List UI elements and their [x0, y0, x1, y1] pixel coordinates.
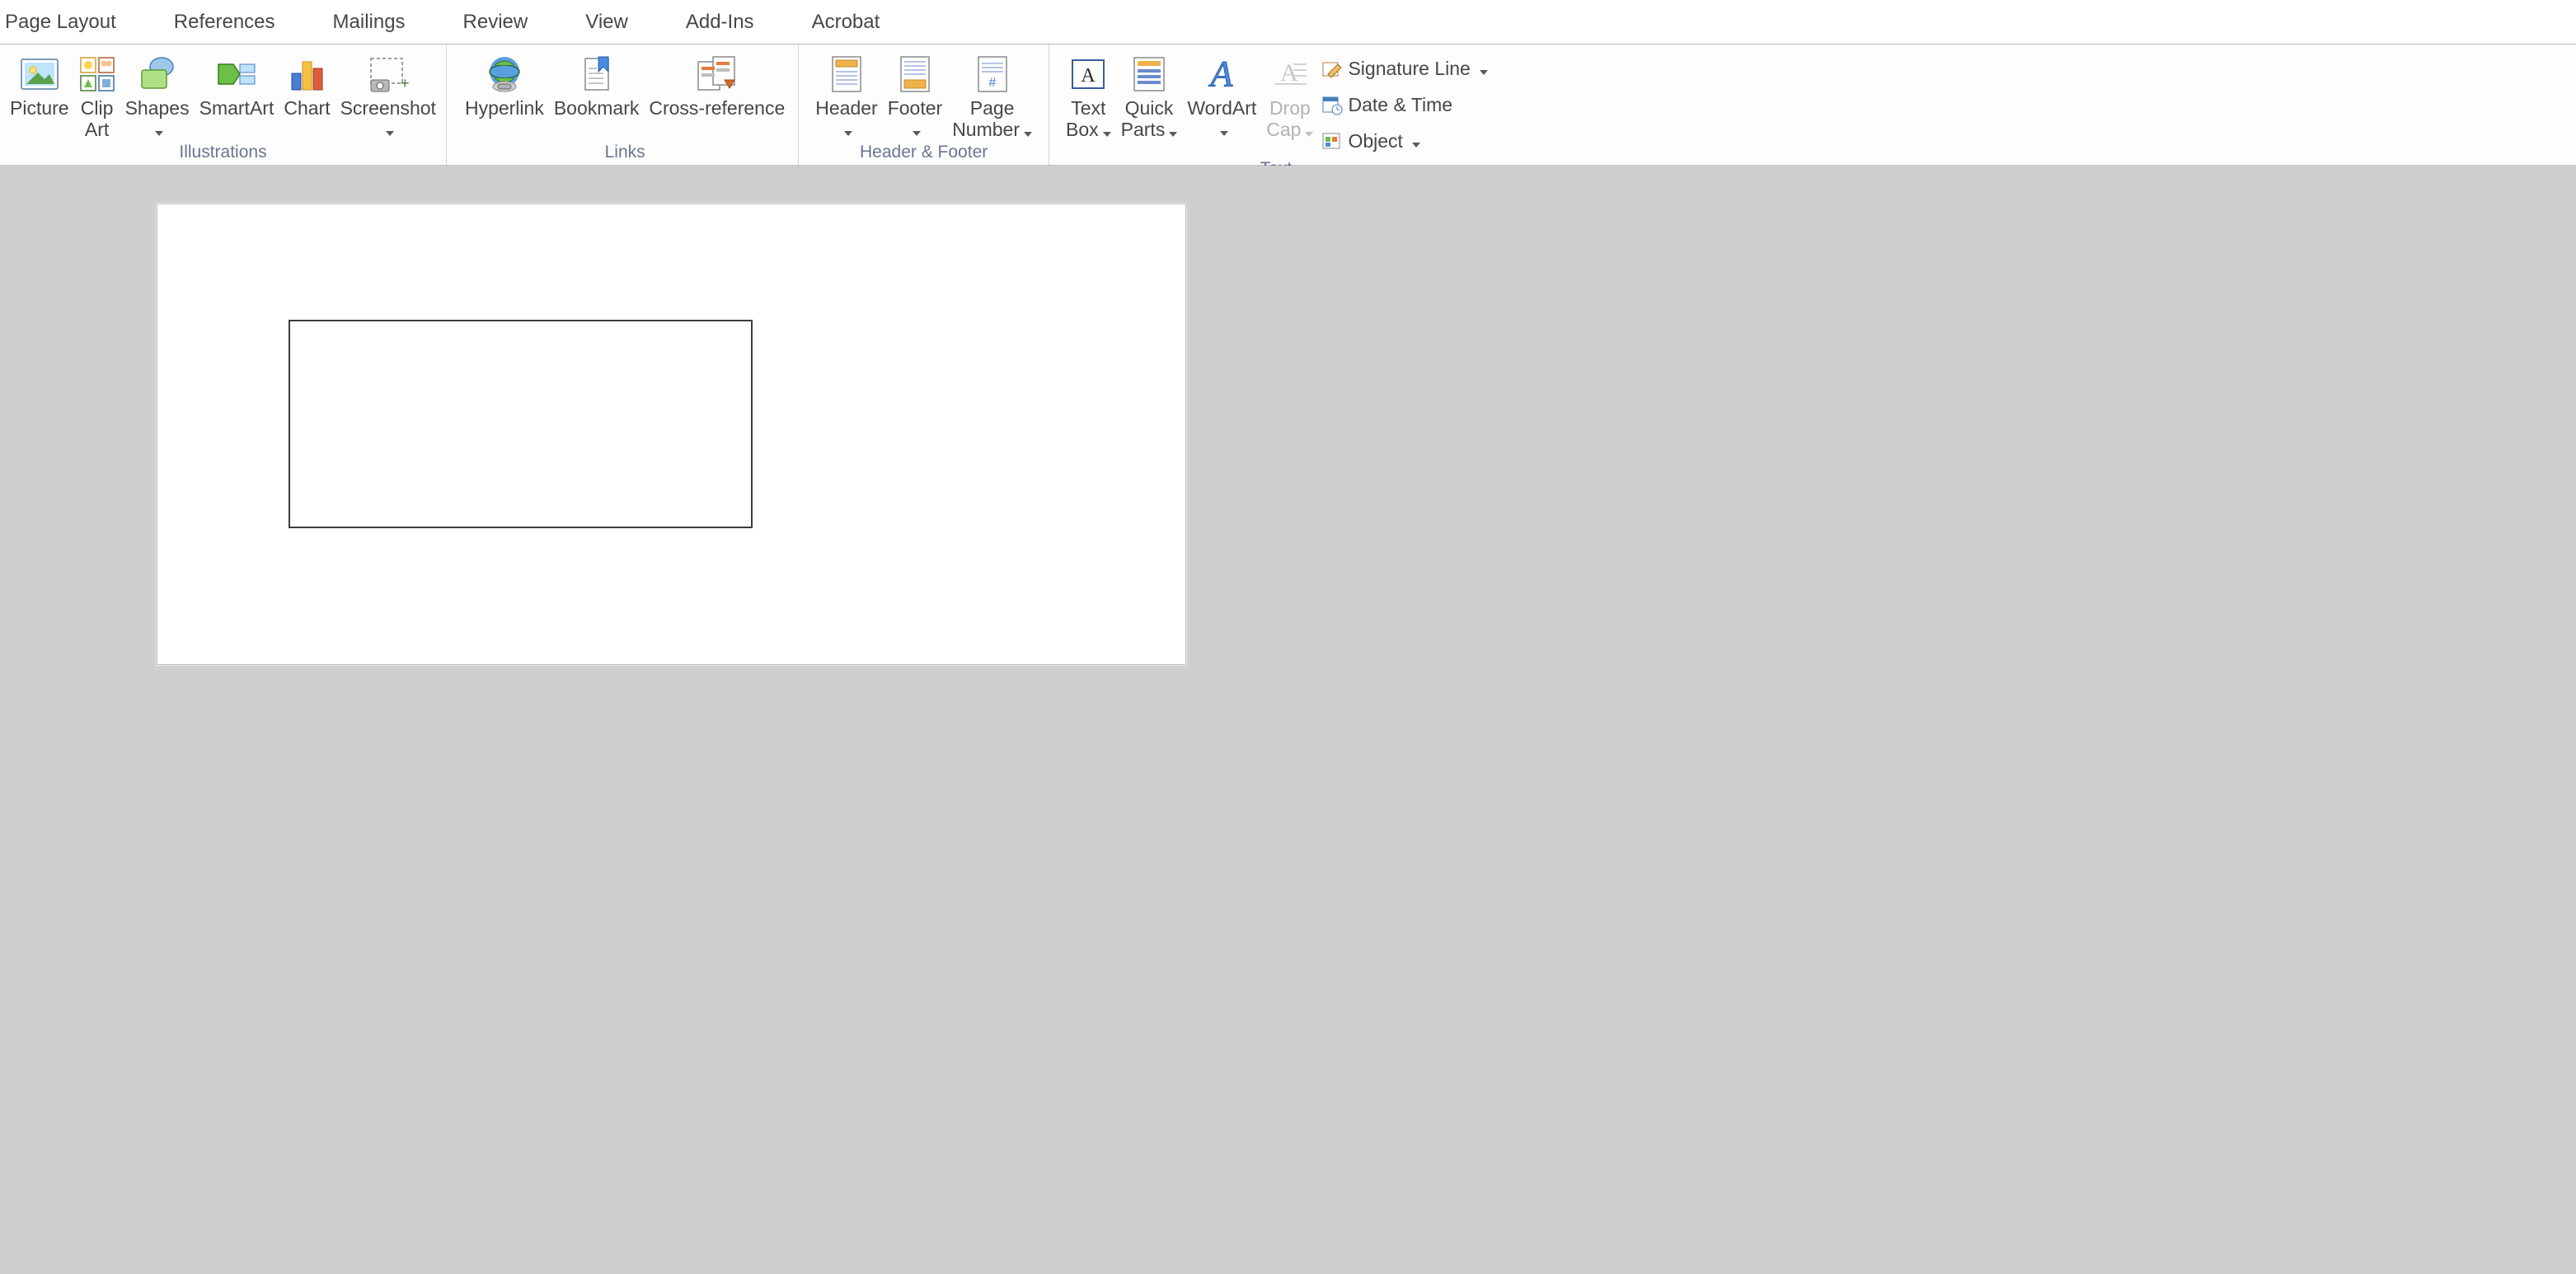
signature-line-button[interactable]: Signature Line	[1321, 53, 1487, 84]
screenshot-icon: +	[366, 55, 411, 93]
picture-icon	[20, 56, 59, 92]
bookmark-label: Bookmark	[554, 98, 640, 119]
dropdown-caret-icon	[1305, 120, 1313, 142]
shapes-label: Shapes	[125, 97, 190, 119]
textbox-label-l1: Text	[1071, 98, 1105, 119]
date-time-button[interactable]: Date & Time	[1321, 89, 1487, 120]
header-label: Header	[815, 98, 877, 119]
screenshot-label: Screenshot	[340, 98, 436, 119]
tab-review[interactable]: Review	[458, 0, 533, 44]
group-header-footer: Header Footer # PageNumber Header & Foot…	[799, 44, 1049, 165]
svg-text:#: #	[988, 76, 996, 90]
textbox-label-l2: Box	[1066, 119, 1099, 140]
pagenumber-button[interactable]: # PageNumber	[947, 50, 1037, 143]
smartart-label: SmartArt	[199, 98, 274, 119]
object-button[interactable]: Object	[1321, 125, 1487, 157]
wordart-label: WordArt	[1187, 98, 1256, 119]
picture-button[interactable]: Picture	[5, 50, 74, 143]
dropdown-caret-icon	[913, 119, 921, 141]
bookmark-button[interactable]: Bookmark	[549, 50, 645, 143]
hyperlink-button[interactable]: Hyperlink	[460, 50, 549, 143]
group-label-hf: Header & Footer	[810, 143, 1037, 166]
quickparts-button[interactable]: QuickParts	[1116, 50, 1183, 159]
date-time-label: Date & Time	[1348, 94, 1452, 116]
dropcap-button[interactable]: A DropCap	[1261, 50, 1318, 159]
object-icon	[1321, 130, 1343, 152]
quickparts-label-l2: Parts	[1121, 119, 1166, 140]
pagenumber-label-l1: Page	[970, 98, 1015, 119]
tab-references[interactable]: References	[169, 0, 280, 44]
group-illustrations: Picture ClipArt Shapes SmartArt	[0, 44, 447, 165]
clipart-label-l1: Clip	[81, 98, 114, 119]
hyperlink-label: Hyperlink	[465, 98, 544, 119]
svg-text:+: +	[401, 75, 410, 91]
wordart-button[interactable]: A WordArt	[1182, 50, 1261, 159]
crossref-button[interactable]: Cross-reference	[644, 50, 790, 143]
chart-button[interactable]: Chart	[279, 50, 335, 143]
wordart-icon: A	[1203, 54, 1241, 94]
crossref-icon	[695, 54, 739, 95]
crossref-label: Cross-reference	[649, 98, 785, 119]
tab-acrobat[interactable]: Acrobat	[807, 0, 885, 44]
dropdown-caret-icon	[844, 119, 852, 141]
svg-text:A: A	[1280, 59, 1298, 87]
tab-view[interactable]: View	[580, 0, 633, 44]
object-label: Object	[1348, 130, 1402, 152]
smartart-button[interactable]: SmartArt	[195, 50, 279, 143]
drawn-rectangle-shape[interactable]	[289, 320, 753, 528]
clipart-icon	[79, 56, 115, 92]
chart-label: Chart	[284, 98, 330, 119]
footer-label: Footer	[888, 98, 942, 119]
tab-addins[interactable]: Add-Ins	[681, 0, 759, 44]
dropdown-caret-icon	[1480, 58, 1488, 80]
ribbon: Picture ClipArt Shapes SmartArt	[0, 44, 2576, 166]
pagenumber-label-l2: Number	[952, 119, 1020, 140]
quickparts-label-l1: Quick	[1125, 98, 1174, 119]
document-workspace	[0, 166, 2576, 1274]
date-time-icon	[1321, 94, 1343, 115]
ribbon-tabs: Page Layout References Mailings Review V…	[0, 0, 2576, 44]
shapes-icon	[137, 55, 178, 93]
footer-button[interactable]: Footer	[883, 50, 947, 143]
smartart-icon	[215, 56, 258, 92]
header-icon	[829, 54, 864, 95]
dropdown-caret-icon	[155, 119, 163, 141]
hyperlink-icon	[483, 54, 526, 95]
group-text: A TextBox QuickParts A WordArt A	[1049, 44, 1496, 165]
tab-mailings[interactable]: Mailings	[328, 0, 411, 44]
group-label-illustrations: Illustrations	[5, 143, 441, 166]
svg-text:A: A	[1082, 65, 1096, 87]
bookmark-icon	[579, 54, 615, 95]
dropdown-caret-icon	[1412, 130, 1420, 152]
chart-icon	[287, 55, 326, 93]
footer-icon	[898, 54, 932, 95]
quickparts-icon	[1131, 54, 1167, 94]
pagenumber-icon: #	[975, 54, 1010, 95]
clipart-label-l2: Art	[85, 119, 109, 141]
shapes-button[interactable]: Shapes	[120, 50, 195, 143]
dropdown-caret-icon	[1220, 119, 1228, 141]
document-page[interactable]	[157, 204, 1186, 665]
group-links: Hyperlink Bookmark Cross-reference Links	[447, 44, 799, 165]
signature-line-label: Signature Line	[1348, 58, 1470, 80]
dropcap-label-l2: Cap	[1266, 119, 1301, 140]
svg-text:A: A	[1208, 54, 1234, 94]
textbox-button[interactable]: A TextBox	[1061, 50, 1116, 159]
header-button[interactable]: Header	[810, 50, 882, 143]
screenshot-button[interactable]: + Screenshot	[335, 50, 441, 143]
dropdown-caret-icon	[386, 119, 394, 141]
signature-line-icon	[1321, 58, 1343, 79]
tab-page-layout[interactable]: Page Layout	[0, 0, 121, 44]
text-side-column: Signature Line Date & Time Object	[1318, 50, 1490, 159]
dropdown-caret-icon	[1169, 120, 1177, 142]
dropdown-caret-icon	[1024, 120, 1032, 142]
group-label-links: Links	[460, 143, 790, 166]
dropdown-caret-icon	[1103, 120, 1111, 142]
dropcap-icon: A	[1270, 56, 1310, 92]
dropcap-label-l1: Drop	[1269, 98, 1311, 119]
picture-label: Picture	[10, 98, 69, 119]
textbox-icon: A	[1069, 55, 1107, 93]
clipart-button[interactable]: ClipArt	[74, 50, 120, 143]
